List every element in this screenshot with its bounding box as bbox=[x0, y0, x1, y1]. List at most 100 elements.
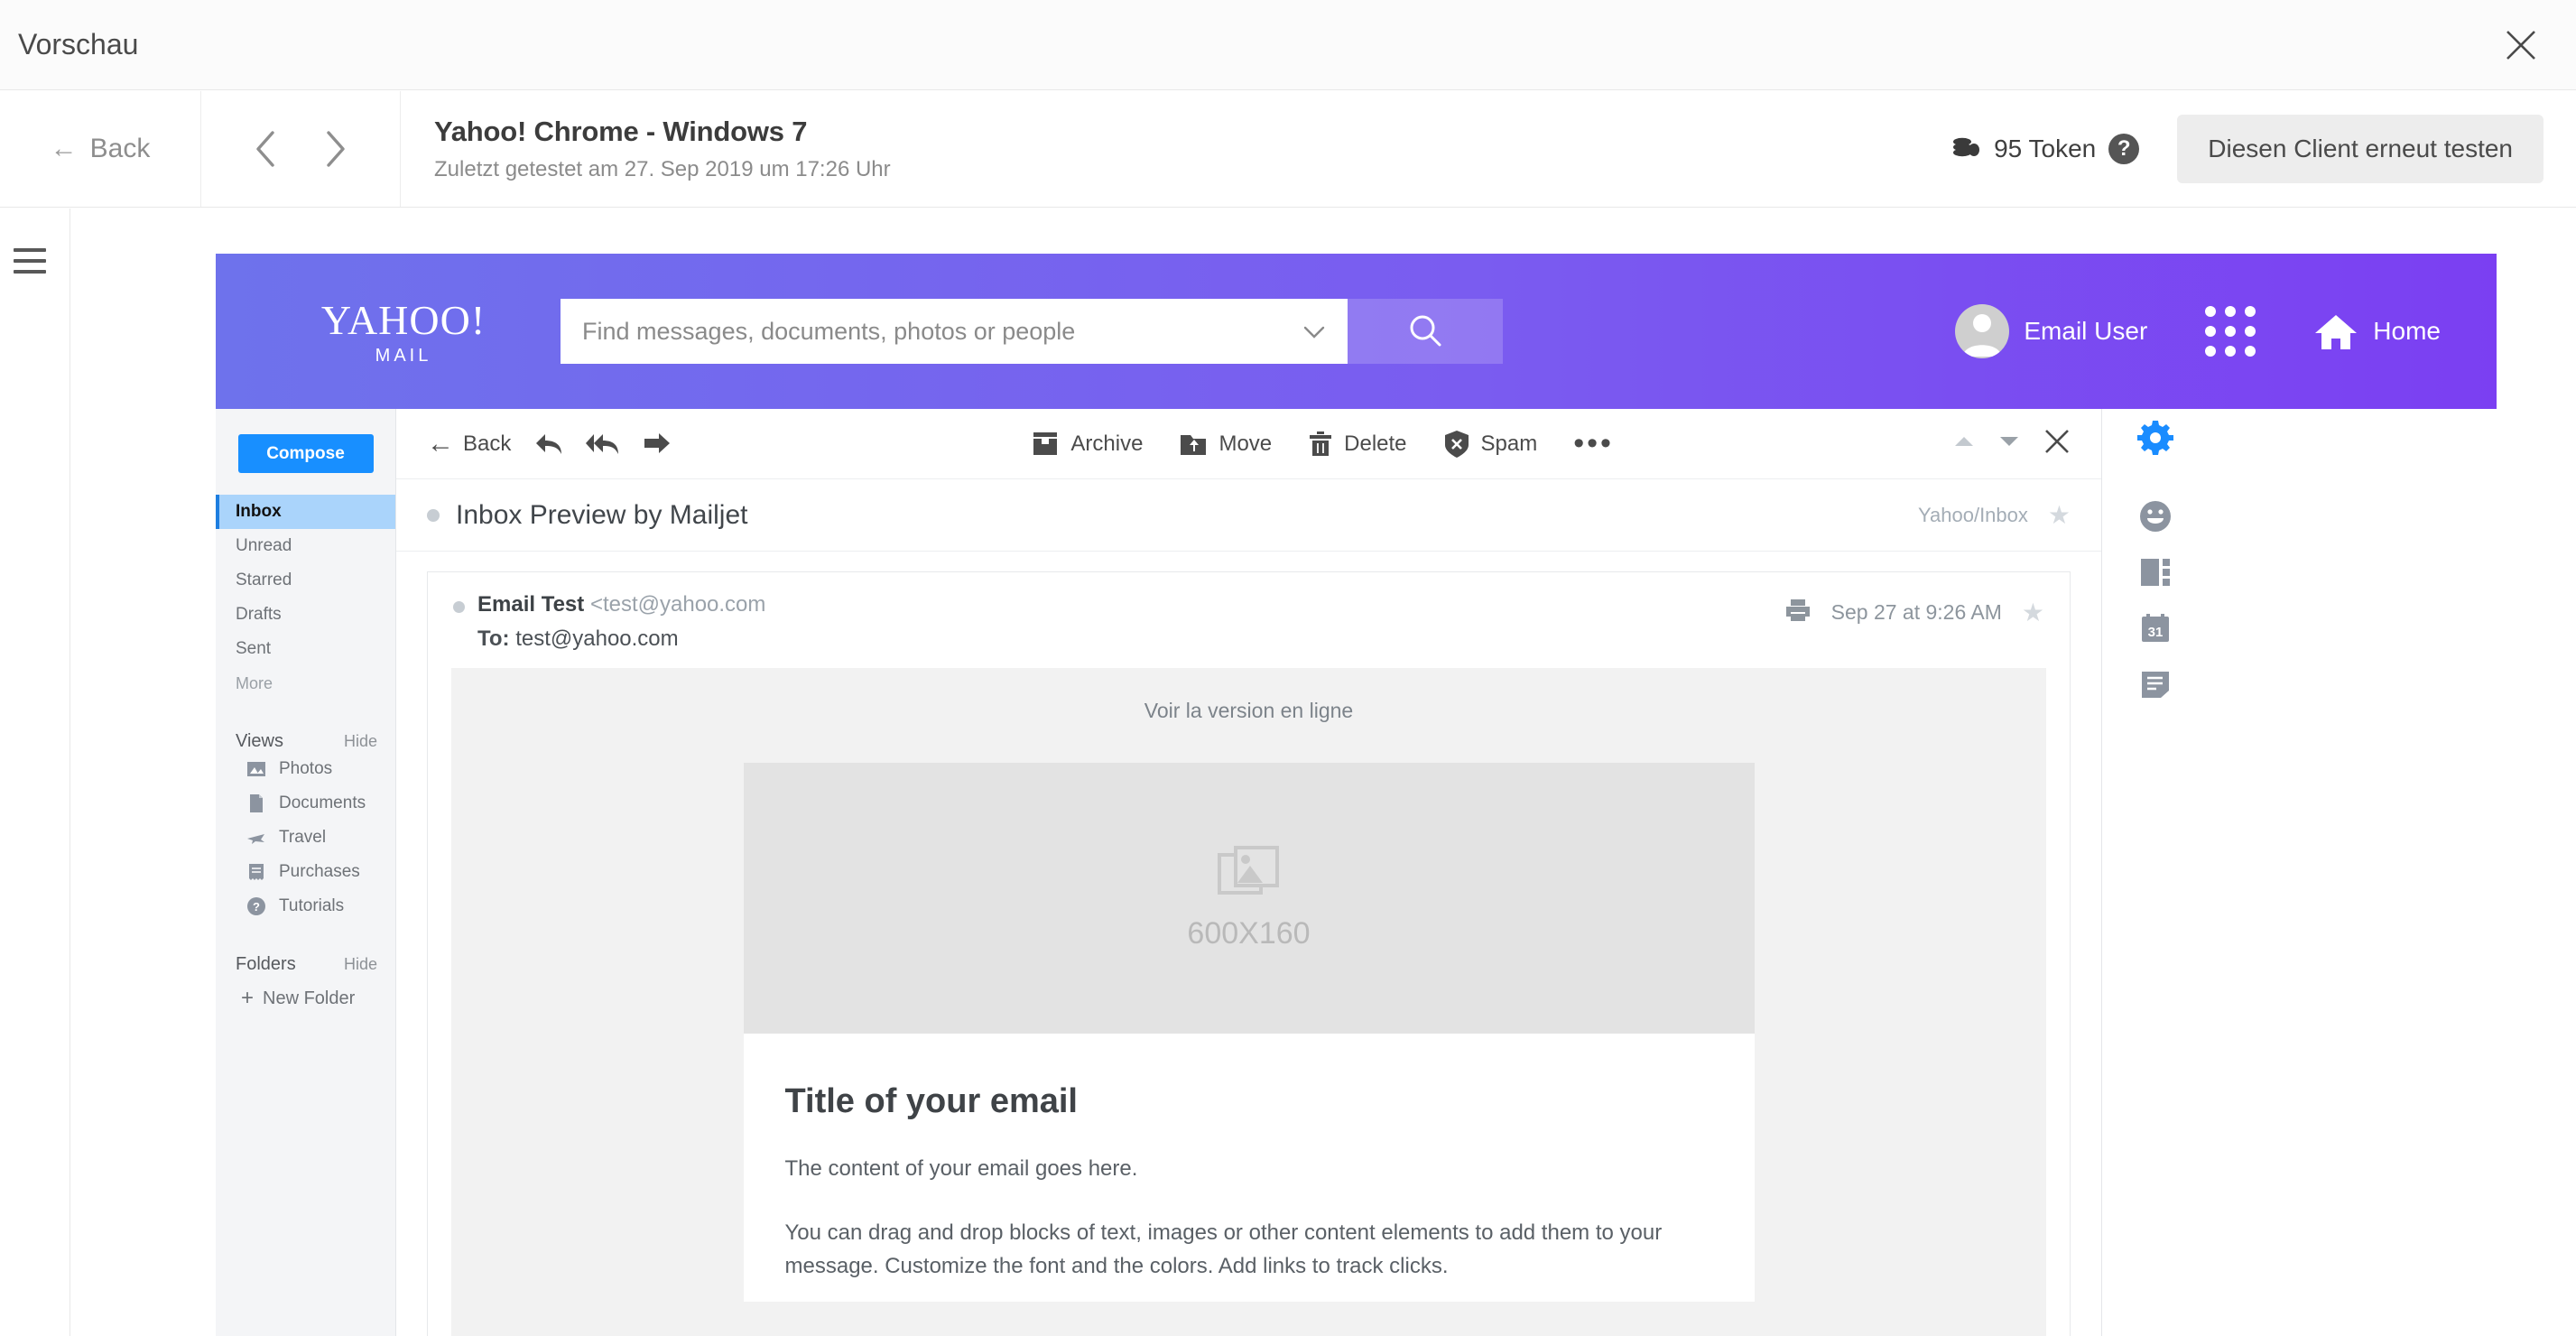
print-icon[interactable] bbox=[1784, 598, 1812, 627]
new-folder-label: New Folder bbox=[263, 988, 356, 1008]
sidebar-item-more[interactable]: More bbox=[216, 666, 395, 700]
svg-text:?: ? bbox=[253, 900, 260, 914]
client-title: Yahoo! Chrome - Windows 7 bbox=[434, 116, 808, 147]
spam-label: Spam bbox=[1480, 431, 1538, 456]
search-icon bbox=[1410, 315, 1441, 347]
back-button-label: Back bbox=[89, 134, 151, 163]
sidebar-item-purchases[interactable]: Purchases bbox=[216, 855, 395, 889]
ellipsis-icon[interactable]: ••• bbox=[1573, 428, 1614, 459]
star-icon[interactable]: ★ bbox=[2022, 598, 2044, 627]
client-info: Yahoo! Chrome - Windows 7 Zuletzt getest… bbox=[401, 91, 1951, 207]
image-placeholder-icon bbox=[1217, 845, 1279, 895]
sidebar-item-drafts[interactable]: Drafts bbox=[216, 598, 395, 632]
mail-search bbox=[561, 299, 1503, 364]
search-button[interactable] bbox=[1348, 299, 1503, 364]
forward-button[interactable] bbox=[641, 431, 672, 458]
delete-button[interactable]: Delete bbox=[1308, 431, 1407, 458]
unread-dot-icon bbox=[453, 601, 465, 613]
message-back-label: Back bbox=[463, 431, 512, 456]
settings-gear-button[interactable] bbox=[2102, 409, 2209, 465]
chevron-right-icon[interactable] bbox=[314, 128, 356, 170]
retest-client-button[interactable]: Diesen Client erneut testen bbox=[2177, 115, 2544, 183]
home-link[interactable]: Home bbox=[2313, 311, 2441, 351]
sidebar-item-sent[interactable]: Sent bbox=[216, 632, 395, 666]
hero-image-placeholder: 600X160 bbox=[743, 763, 1755, 1034]
notes-icon bbox=[2142, 672, 2169, 698]
folders-hide-button[interactable]: Hide bbox=[344, 955, 377, 974]
triangle-up-icon[interactable] bbox=[1953, 434, 1975, 453]
sidebar-item-documents[interactable]: Documents bbox=[216, 786, 395, 821]
client-last-tested: Zuletzt getestet am 27. Sep 2019 um 17:2… bbox=[434, 157, 891, 181]
yahoo-mail-logo[interactable]: YAHOO! MAIL bbox=[268, 296, 539, 366]
archive-label: Archive bbox=[1070, 431, 1144, 456]
compose-button[interactable]: Compose bbox=[237, 434, 374, 473]
reply-all-button[interactable] bbox=[585, 431, 621, 458]
spam-button[interactable]: Spam bbox=[1443, 430, 1538, 459]
account-menu[interactable]: Email User bbox=[1955, 304, 2147, 358]
mail-right-rail: 31 bbox=[2102, 409, 2209, 1336]
close-icon[interactable] bbox=[2043, 428, 2071, 459]
sidebar-item-label: Photos bbox=[279, 759, 333, 778]
apps-grid-icon[interactable] bbox=[2205, 306, 2256, 357]
chevron-left-icon[interactable] bbox=[246, 128, 287, 170]
notes-panel-button[interactable] bbox=[2102, 656, 2209, 712]
email-paragraph-1: The content of your email goes here. bbox=[784, 1156, 1138, 1181]
search-input[interactable] bbox=[582, 317, 1295, 346]
unread-dot-icon bbox=[427, 508, 440, 522]
back-arrow-icon: ← bbox=[50, 134, 78, 163]
mail-header-actions: Email User Home bbox=[1955, 304, 2497, 358]
reply-button[interactable] bbox=[534, 431, 565, 458]
sidebar-item-photos[interactable]: Photos bbox=[216, 752, 395, 786]
sidebar-item-label: Drafts bbox=[236, 605, 282, 624]
question-circle-icon: ? bbox=[247, 897, 265, 915]
sidebar-item-label: Travel bbox=[279, 828, 327, 847]
forward-icon bbox=[644, 432, 671, 453]
message-sender: Email Test <test@yahoo.com bbox=[477, 592, 765, 617]
reply-icon bbox=[536, 433, 562, 454]
message-header: Email Test <test@yahoo.com To: test@yaho… bbox=[428, 572, 2070, 668]
hamburger-menu-icon[interactable] bbox=[14, 248, 46, 274]
search-input-wrapper[interactable] bbox=[561, 299, 1348, 364]
sidebar-item-label: More bbox=[236, 673, 273, 692]
new-folder-button[interactable]: + New Folder bbox=[216, 980, 395, 1016]
view-online-row: Voir la version en ligne bbox=[451, 668, 2046, 723]
sidebar-item-inbox[interactable]: Inbox bbox=[216, 495, 395, 529]
sidebar-item-label: Inbox bbox=[236, 502, 282, 521]
airplane-icon bbox=[247, 834, 264, 844]
subject-row: Inbox Preview by Mailjet Yahoo/Inbox ★ bbox=[396, 479, 2101, 552]
view-online-link[interactable]: Voir la version en ligne bbox=[1144, 699, 1353, 722]
emoji-panel-button[interactable] bbox=[2102, 488, 2209, 544]
sidebar-item-starred[interactable]: Starred bbox=[216, 563, 395, 598]
close-icon[interactable] bbox=[2500, 24, 2542, 66]
archive-icon bbox=[1033, 431, 1058, 455]
back-button[interactable]: ← Back bbox=[0, 91, 201, 207]
token-count-label: 95 Token bbox=[1994, 135, 2097, 162]
home-icon bbox=[2315, 315, 2358, 349]
sidebar-item-label: Documents bbox=[279, 793, 366, 812]
sidebar-item-tutorials[interactable]: ? Tutorials bbox=[216, 889, 395, 923]
move-button[interactable]: Move bbox=[1179, 431, 1272, 458]
folder-list: Inbox Unread Starred Drafts Sent More bbox=[216, 495, 395, 700]
avatar bbox=[1955, 304, 2010, 358]
archive-button[interactable]: Archive bbox=[1031, 431, 1143, 458]
message-actions: Archive Move Delete Spam ••• bbox=[1031, 428, 1614, 459]
sidebar-item-label: Starred bbox=[236, 571, 292, 589]
views-hide-button[interactable]: Hide bbox=[344, 732, 377, 751]
token-counter: 95 Token ? bbox=[1951, 134, 2140, 164]
layout-panel-button[interactable] bbox=[2102, 544, 2209, 600]
message-nav-actions bbox=[1953, 428, 2101, 459]
chevron-down-icon[interactable] bbox=[1295, 318, 1326, 346]
triangle-down-icon[interactable] bbox=[1998, 434, 2020, 453]
hero-placeholder-label: 600X160 bbox=[1187, 915, 1311, 951]
help-icon[interactable]: ? bbox=[2108, 134, 2140, 164]
sidebar-item-travel[interactable]: Travel bbox=[216, 821, 395, 855]
message-back-button[interactable]: ← Back bbox=[427, 430, 512, 458]
subject-row-meta: Yahoo/Inbox ★ bbox=[1918, 500, 2071, 530]
move-folder-icon bbox=[1181, 434, 1207, 455]
svg-text:31: 31 bbox=[2148, 625, 2164, 640]
star-icon[interactable]: ★ bbox=[2048, 500, 2071, 530]
message-toolbar: ← Back Archive Move Delete Spam ••• bbox=[396, 409, 2101, 479]
sidebar-item-unread[interactable]: Unread bbox=[216, 529, 395, 563]
notepad-panel-icon bbox=[2141, 559, 2170, 586]
calendar-panel-button[interactable]: 31 bbox=[2102, 600, 2209, 656]
